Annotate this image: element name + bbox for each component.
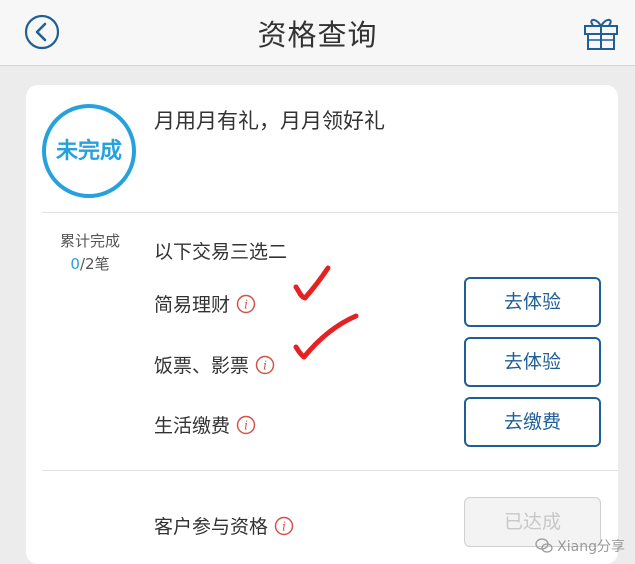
divider <box>42 470 618 471</box>
info-icon[interactable]: i <box>255 355 275 375</box>
progress-total: /2笔 <box>79 255 110 273</box>
try-tickets-button[interactable]: 去体验 <box>464 337 601 387</box>
qualification-card: 未完成 月用月有礼，月月领好礼 累计完成 0/2笔 以下交易三选二 简易理财 i… <box>26 85 618 564</box>
wechat-icon <box>535 538 553 553</box>
info-icon[interactable]: i <box>236 415 256 435</box>
header-bar: 资格查询 <box>0 0 635 66</box>
progress-count: 0/2笔 <box>48 253 132 274</box>
pay-bills-button[interactable]: 去缴费 <box>464 397 601 447</box>
info-icon[interactable]: i <box>236 294 256 314</box>
item-label-text: 简易理财 <box>154 294 231 316</box>
gift-icon <box>584 18 618 50</box>
eligibility-label-text: 客户参与资格 <box>154 516 269 538</box>
item-label-bills: 生活缴费 i <box>154 411 256 438</box>
status-badge: 未完成 <box>55 139 122 164</box>
svg-text:i: i <box>263 358 267 372</box>
promo-title: 月用月有礼，月月领好礼 <box>154 109 385 133</box>
gift-button[interactable] <box>581 12 621 52</box>
svg-text:i: i <box>282 519 286 533</box>
item-label-finance: 简易理财 i <box>154 290 256 317</box>
divider <box>42 212 618 213</box>
try-finance-button[interactable]: 去体验 <box>464 277 601 327</box>
item-label-text: 饭票、影票 <box>154 355 250 377</box>
svg-text:i: i <box>244 418 248 432</box>
eligibility-label: 客户参与资格 i <box>154 512 294 539</box>
page-title: 资格查询 <box>257 18 378 52</box>
watermark: Xiang分享 <box>535 536 625 556</box>
svg-text:i: i <box>244 297 248 311</box>
progress-done: 0 <box>70 255 80 273</box>
progress-label: 累计完成 <box>59 232 120 250</box>
item-label-tickets: 饭票、影票 i <box>154 351 275 378</box>
rule-text: 以下交易三选二 <box>154 241 288 263</box>
item-label-text: 生活缴费 <box>154 415 231 437</box>
watermark-text: Xiang分享 <box>557 539 625 555</box>
info-icon[interactable]: i <box>274 516 294 536</box>
